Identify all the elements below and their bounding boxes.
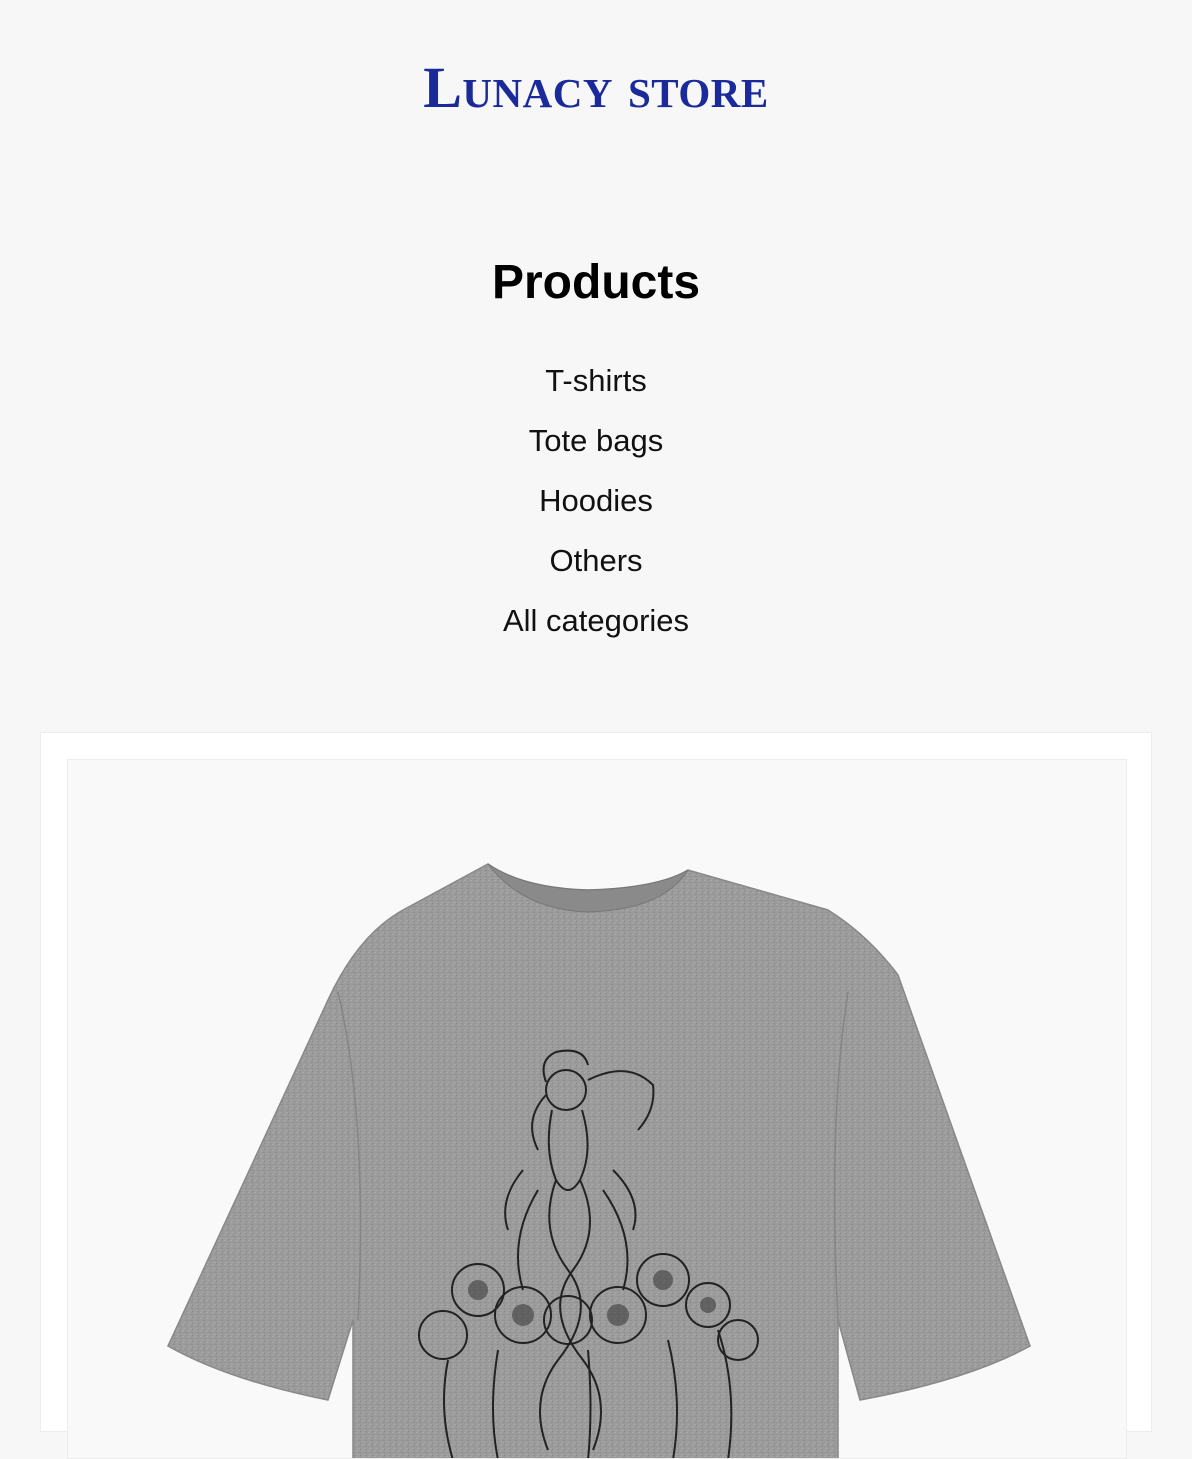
category-link-tshirts[interactable]: T-shirts xyxy=(545,363,647,398)
category-link-all[interactable]: All categories xyxy=(503,603,689,638)
tshirt-image xyxy=(167,863,1031,1458)
category-link-others[interactable]: Others xyxy=(549,543,642,578)
store-logo[interactable]: Lunacy store xyxy=(0,48,1192,128)
category-link-tote-bags[interactable]: Tote bags xyxy=(529,423,663,458)
category-item-hoodies: Hoodies xyxy=(0,472,1192,532)
category-item-tote-bags: Tote bags xyxy=(0,412,1192,472)
category-nav: T-shirts Tote bags Hoodies Others All ca… xyxy=(0,352,1192,652)
products-heading: Products xyxy=(491,256,701,309)
category-item-others: Others xyxy=(0,532,1192,592)
category-link-hoodies[interactable]: Hoodies xyxy=(539,483,653,518)
category-item-all: All categories xyxy=(0,592,1192,652)
product-card xyxy=(40,732,1152,1459)
product-image[interactable] xyxy=(67,759,1127,1459)
category-item-tshirts: T-shirts xyxy=(0,352,1192,412)
